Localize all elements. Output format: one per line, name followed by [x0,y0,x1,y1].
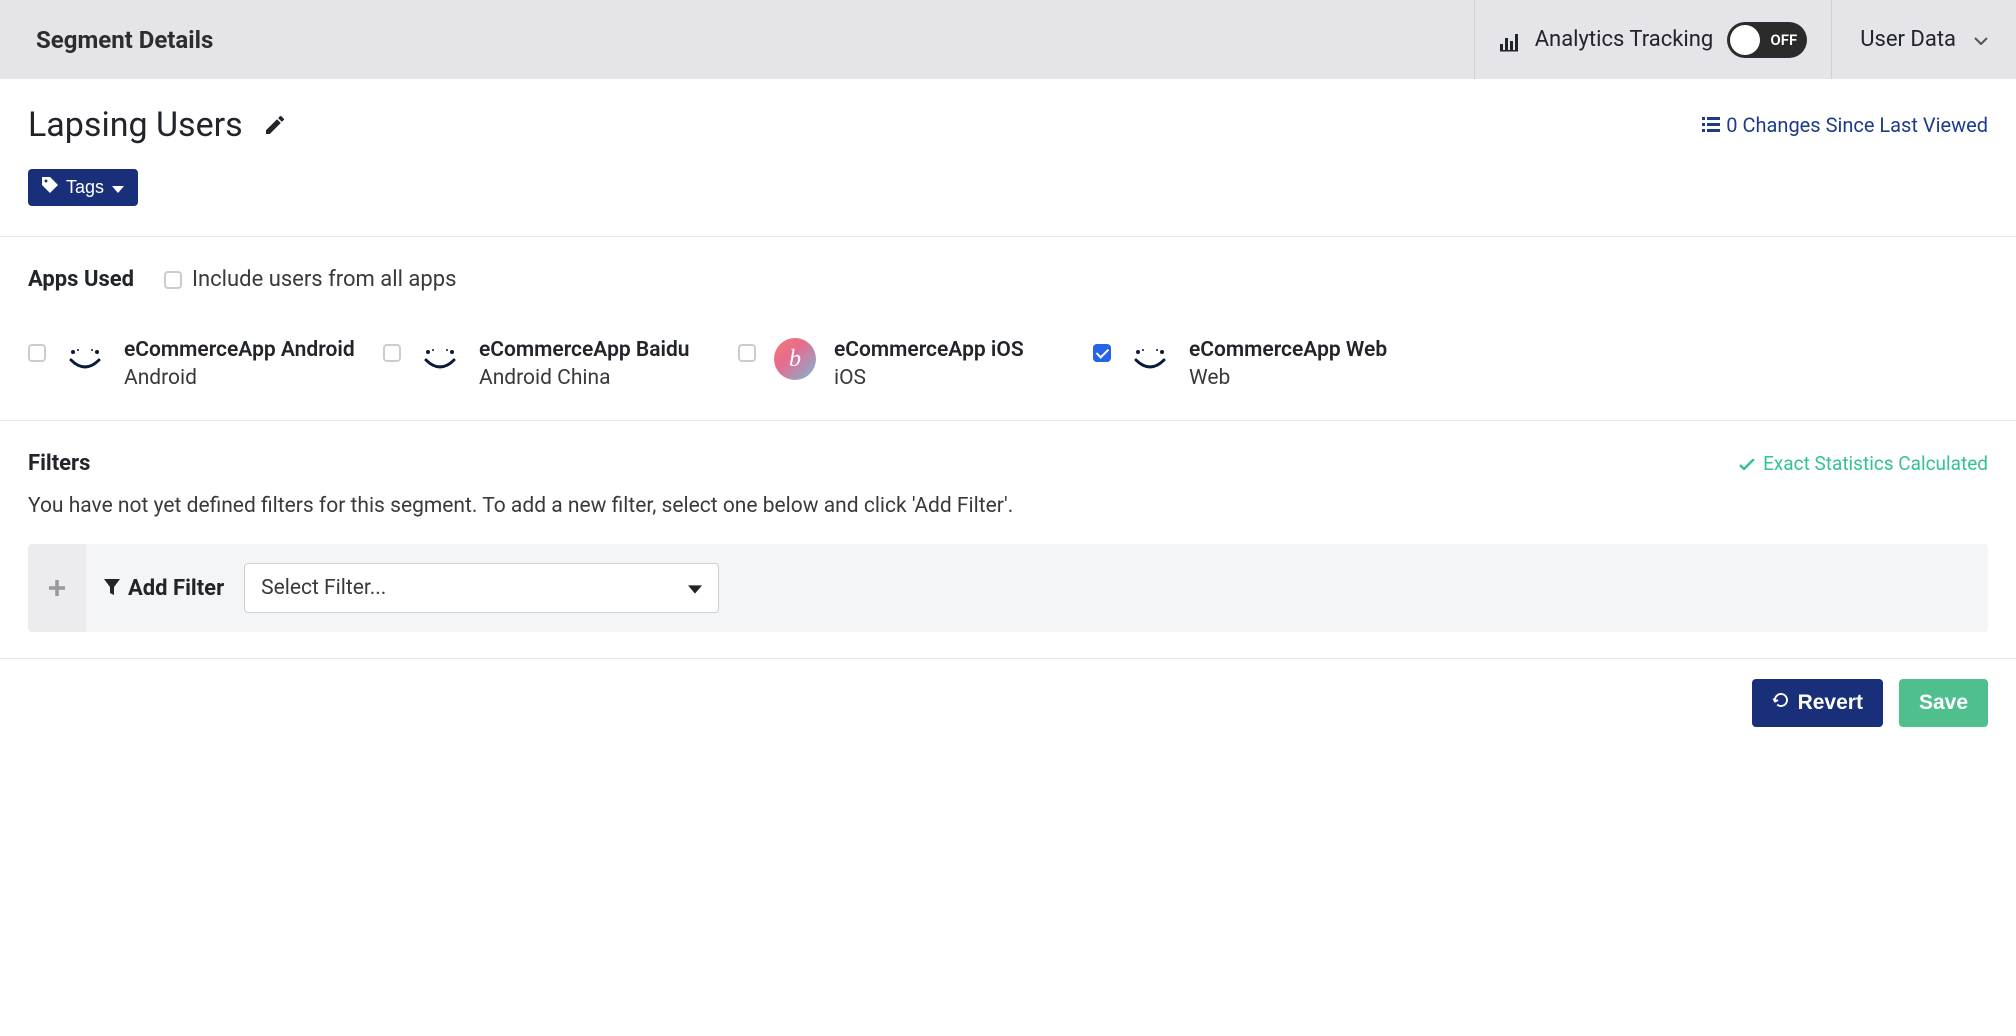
footer-actions: Revert Save [0,659,2016,767]
top-bar: Segment Details Analytics Tracking OFF U… [0,0,2016,79]
app-name: eCommerceApp iOS [834,338,1024,362]
app-platform: Android China [479,366,690,390]
analytics-tracking-section: Analytics Tracking OFF [1474,0,1832,79]
app-card: b eCommerceApp iOS iOS [738,338,1093,390]
app-platform: iOS [834,366,1024,390]
filters-heading: Filters [28,451,90,476]
revert-icon [1772,691,1790,715]
changes-link-text: 0 Changes Since Last Viewed [1726,113,1988,137]
app-checkbox[interactable] [1093,344,1111,362]
revert-button-label: Revert [1798,691,1863,715]
caret-down-icon [688,579,702,598]
changes-link[interactable]: 0 Changes Since Last Viewed [1702,113,1988,137]
include-all-apps-row[interactable]: Include users from all apps [164,267,456,292]
revert-button[interactable]: Revert [1752,679,1883,727]
apps-used-heading: Apps Used [28,267,134,292]
include-all-label: Include users from all apps [192,267,456,292]
filters-section: Filters Exact Statistics Calculated You … [0,421,2016,658]
filters-status-text: Exact Statistics Calculated [1763,452,1988,475]
include-all-checkbox[interactable] [164,271,182,289]
analytics-toggle[interactable]: OFF [1727,22,1807,58]
app-name: eCommerceApp Android [124,338,355,362]
app-logo-icon [1129,338,1171,380]
caret-down-icon [112,177,124,198]
add-filter-plus-button[interactable] [28,544,86,632]
app-name: eCommerceApp Web [1189,338,1387,362]
filter-builder: Add Filter Select Filter... [28,544,1988,632]
add-filter-label-wrap: Add Filter [104,576,224,601]
page-title: Segment Details [36,0,1474,79]
app-platform: Web [1189,366,1387,390]
app-name: eCommerceApp Baidu [479,338,690,362]
chevron-down-icon [1974,30,1988,49]
app-checkbox[interactable] [738,344,756,362]
app-card: eCommerceApp Web Web [1093,338,1448,390]
add-filter-label: Add Filter [128,576,224,601]
app-checkbox[interactable] [28,344,46,362]
list-icon [1702,113,1720,137]
save-button-label: Save [1919,691,1968,715]
analytics-label: Analytics Tracking [1535,27,1714,52]
segment-name-section: Lapsing Users 0 Changes Since Last Viewe… [0,79,2016,236]
toggle-knob [1730,25,1760,55]
save-button[interactable]: Save [1899,679,1988,727]
app-card: eCommerceApp Android Android [28,338,383,390]
app-logo-icon: b [774,338,816,380]
app-logo-icon [419,338,461,380]
apps-used-section: Apps Used Include users from all apps eC… [0,237,2016,420]
app-card: eCommerceApp Baidu Android China [383,338,738,390]
filters-status: Exact Statistics Calculated [1739,452,1988,475]
filter-select-placeholder: Select Filter... [261,576,386,600]
filter-select[interactable]: Select Filter... [244,563,719,613]
app-checkbox[interactable] [383,344,401,362]
filters-helptext: You have not yet defined filters for thi… [28,494,1988,518]
tag-icon [42,177,58,198]
pencil-icon[interactable] [263,113,287,137]
funnel-icon [104,576,120,601]
segment-name: Lapsing Users [28,105,243,145]
check-icon [1739,452,1755,475]
bar-chart-icon [1499,30,1521,50]
user-data-label: User Data [1860,27,1956,52]
apps-grid: eCommerceApp Android Android eCommerceAp… [28,338,1988,390]
app-logo-icon [64,338,106,380]
tags-button-label: Tags [66,177,104,198]
user-data-dropdown[interactable]: User Data [1831,0,2016,79]
app-platform: Android [124,366,355,390]
toggle-state: OFF [1770,31,1797,49]
tags-button[interactable]: Tags [28,169,138,206]
